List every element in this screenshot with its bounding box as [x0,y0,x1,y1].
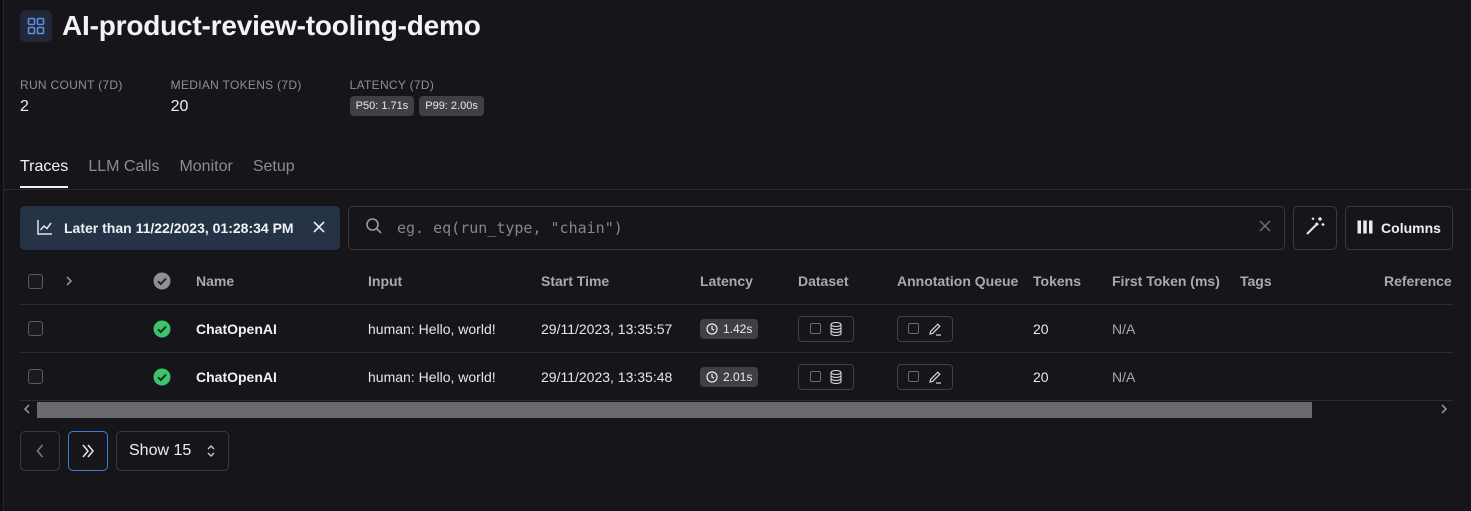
chevron-left-icon [36,444,44,458]
page-size-select[interactable]: Show 15 [116,431,229,471]
row-checkbox[interactable] [28,369,43,384]
project-header: AI-product-review-tooling-demo [20,10,481,42]
latency-p99-badge: P99: 2.00s [419,96,484,116]
row-tokens: 20 [1033,368,1049,385]
select-all-checkbox[interactable] [28,273,43,289]
row-first-token: N/A [1112,320,1136,337]
magic-wand-icon [1304,215,1326,242]
table-row[interactable]: ChatOpenAI human: Hello, world! 29/11/20… [20,353,1453,401]
dataset-checkbox[interactable] [809,371,821,382]
table-header-row: Name Input Start Time Latency Dataset An… [20,258,1453,305]
annotation-checkbox[interactable] [908,371,920,382]
latency-badge: 1.42s [700,318,759,339]
previous-page-button[interactable] [20,431,60,471]
latency-badge: 2.01s [700,366,759,387]
database-icon [830,369,842,384]
traces-toolbar: Later than 11/22/2023, 01:28:34 PM eg. e… [20,206,1453,250]
pagination: Show 15 [20,431,229,471]
search-box [348,206,1285,250]
row-start-time: 29/11/2023, 13:35:57 [541,320,673,337]
tab-setup[interactable]: Setup [253,158,295,188]
add-to-annotation-queue-button[interactable] [897,363,953,390]
success-check-icon [153,305,171,352]
magic-wand-button[interactable] [1293,206,1337,250]
clear-search-icon[interactable] [1258,219,1272,238]
grid-icon [20,10,52,42]
scrollbar-thumb[interactable] [37,402,1312,418]
add-to-annotation-queue-button[interactable] [897,315,953,342]
page-title: AI-product-review-tooling-demo [62,10,481,41]
left-edge-bar [0,0,4,511]
stat-label: LATENCY (7D) [349,78,435,92]
columns-label: Columns [1381,220,1441,236]
search-icon [365,217,383,240]
dataset-checkbox[interactable] [809,323,821,334]
row-input: human: Hello, world! [368,368,496,385]
next-page-button[interactable] [68,431,108,471]
row-first-token: N/A [1112,368,1136,385]
line-chart-icon [36,218,54,239]
expand-chevron-icon[interactable] [64,258,74,304]
database-icon [830,321,842,336]
annotation-checkbox[interactable] [908,323,920,334]
traces-table: Name Input Start Time Latency Dataset An… [20,258,1453,401]
stat-label: MEDIAN TOKENS (7D) [170,78,302,92]
header-first-token[interactable]: First Token (ms) [1112,258,1220,304]
stat-label: RUN COUNT (7D) [20,78,123,92]
stat-latency: LATENCY (7D) P50: 1.71s P99: 2.00s [349,78,484,116]
double-chevron-right-icon [82,444,94,458]
columns-icon [1357,220,1373,237]
clock-icon [706,322,718,335]
header-reference[interactable]: Reference [1384,258,1452,304]
latency-value: 2.01s [723,369,753,384]
header-tags[interactable]: Tags [1240,258,1272,304]
stat-value: 2 [20,98,29,115]
horizontal-scrollbar[interactable] [20,402,1453,418]
scroll-left-icon[interactable] [23,402,31,418]
up-down-chevron-icon [207,445,215,457]
row-start-time: 29/11/2023, 13:35:48 [541,368,673,385]
success-check-icon [153,353,171,400]
tab-llm-calls[interactable]: LLM Calls [88,158,159,188]
header-input[interactable]: Input [368,258,402,304]
header-latency[interactable]: Latency [700,258,753,304]
add-to-dataset-button[interactable] [798,363,854,390]
time-filter-chip[interactable]: Later than 11/22/2023, 01:28:34 PM [20,206,340,250]
status-header-icon [153,258,171,304]
row-name[interactable]: ChatOpenAI [196,353,277,400]
page-size-label: Show 15 [129,442,192,459]
header-dataset[interactable]: Dataset [798,258,849,304]
latency-value: 1.42s [723,321,753,336]
stats-bar: RUN COUNT (7D) 2 MEDIAN TOKENS (7D) 20 L… [20,78,532,116]
search-input[interactable] [397,219,1244,237]
tab-bar: Traces LLM Calls Monitor Setup [20,158,295,188]
stat-value: 20 [170,98,189,115]
table-row[interactable]: ChatOpenAI human: Hello, world! 29/11/20… [20,305,1453,353]
columns-button[interactable]: Columns [1345,206,1453,250]
pencil-icon [928,322,941,336]
time-filter-label: Later than 11/22/2023, 01:28:34 PM [64,220,294,236]
header-start-time[interactable]: Start Time [541,258,609,304]
row-checkbox[interactable] [28,321,43,336]
add-to-dataset-button[interactable] [798,315,854,342]
tab-traces[interactable]: Traces [20,158,69,188]
stat-median-tokens: MEDIAN TOKENS (7D) 20 [171,78,302,116]
stat-run-count: RUN COUNT (7D) 2 [20,78,123,116]
scroll-right-icon[interactable] [1440,402,1448,418]
close-icon[interactable] [312,220,326,237]
latency-p50-badge: P50: 1.71s [349,96,415,116]
clock-icon [706,370,718,383]
row-input: human: Hello, world! [368,320,496,337]
header-name[interactable]: Name [196,258,234,304]
tab-monitor[interactable]: Monitor [179,158,232,188]
header-annotation-queue[interactable]: Annotation Queue [897,258,1018,304]
tabs-divider [4,189,1471,190]
header-tokens[interactable]: Tokens [1033,258,1081,304]
pencil-icon [928,370,941,384]
row-tokens: 20 [1033,320,1049,337]
row-name[interactable]: ChatOpenAI [196,305,277,352]
